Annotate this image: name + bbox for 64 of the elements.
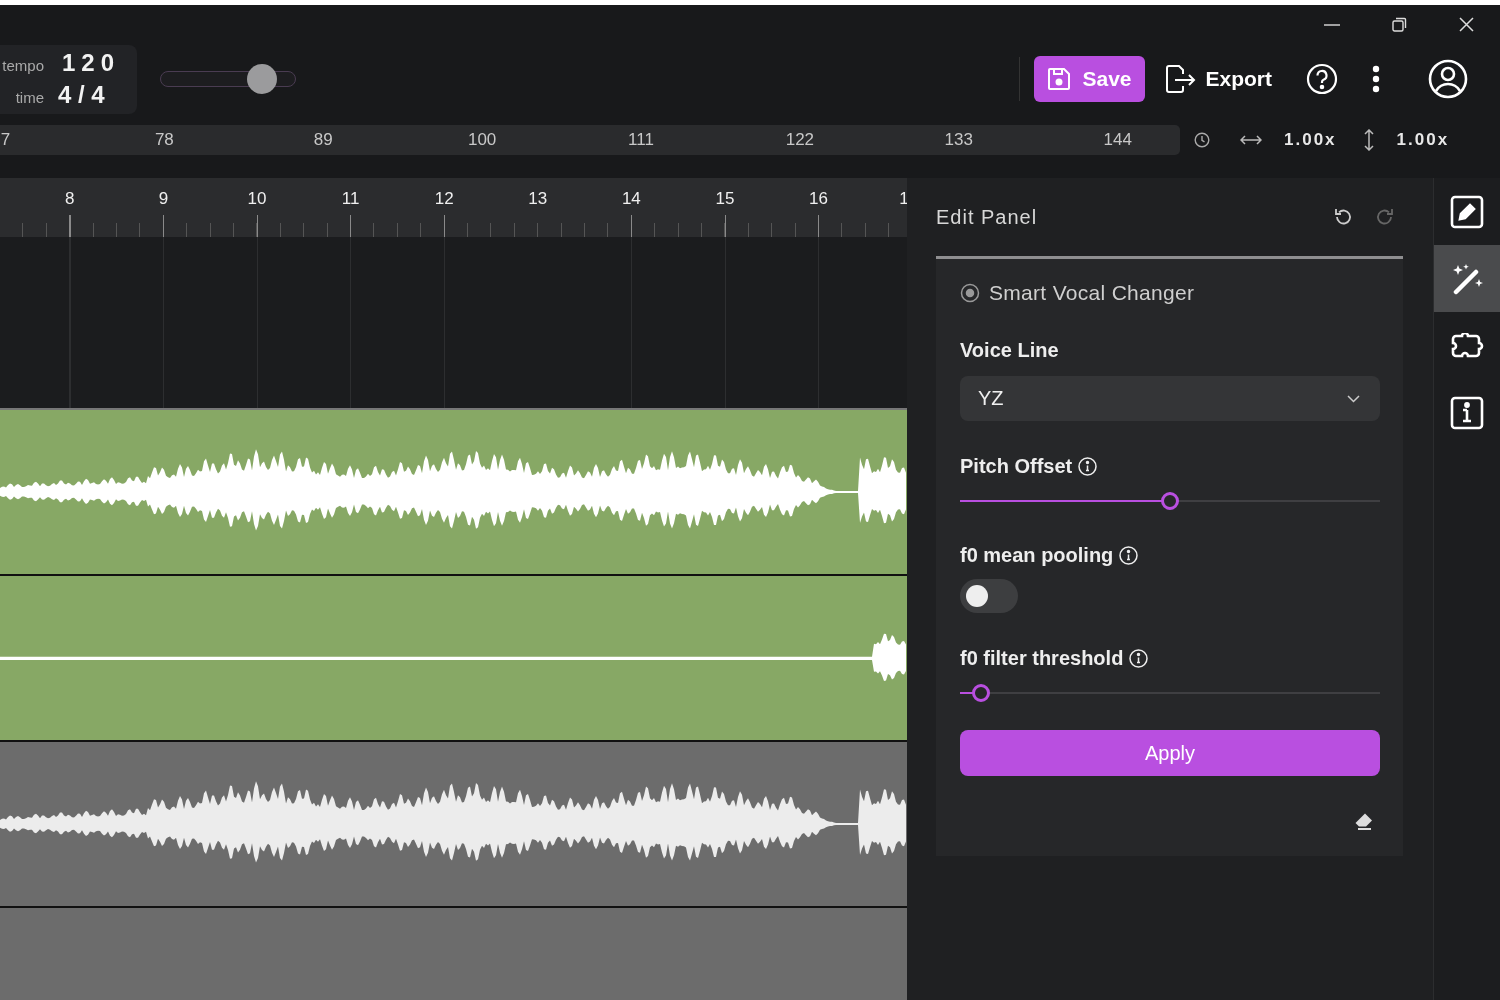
field-label: f0 mean pooling bbox=[960, 544, 1114, 567]
ruler-number: 111 bbox=[628, 130, 654, 149]
overview-ruler[interactable]: 7 78 89 100 111 122 133 144 bbox=[0, 125, 1180, 155]
target-icon bbox=[960, 283, 980, 303]
bar-number: 16 bbox=[809, 189, 828, 208]
bar-number: 9 bbox=[158, 189, 169, 208]
edit-icon bbox=[1450, 194, 1484, 229]
toggle-switch[interactable] bbox=[960, 579, 1018, 613]
slider-thumb[interactable] bbox=[1161, 492, 1179, 510]
horizontal-zoom-value: 1.00x bbox=[1284, 130, 1337, 150]
slider-thumb[interactable] bbox=[247, 64, 277, 94]
ruler-number: 133 bbox=[944, 130, 973, 149]
filter-threshold-slider[interactable] bbox=[960, 684, 1380, 702]
save-button[interactable]: Save bbox=[1034, 56, 1146, 102]
panel-title: Edit Panel bbox=[936, 205, 1039, 229]
vertical-arrows-icon[interactable] bbox=[1362, 129, 1375, 151]
chevron-down-icon bbox=[1347, 394, 1360, 403]
voice-line-dropdown[interactable]: YZ bbox=[960, 376, 1380, 421]
info-icon[interactable] bbox=[1119, 546, 1139, 565]
time-signature-value[interactable]: 4 / 4 bbox=[58, 81, 105, 109]
ruler-number: 89 bbox=[313, 130, 333, 149]
zoom-slider[interactable] bbox=[160, 64, 296, 94]
bar-number: 10 bbox=[247, 189, 267, 208]
close-icon[interactable] bbox=[1459, 17, 1474, 32]
bar-number: 12 bbox=[434, 189, 454, 208]
bar-number: 1 bbox=[899, 189, 907, 208]
bar-number: 14 bbox=[621, 189, 641, 208]
info-icon[interactable] bbox=[1129, 649, 1149, 668]
ruler-number: 7 bbox=[0, 130, 11, 149]
bar-number: 15 bbox=[715, 189, 735, 208]
export-button[interactable]: Export bbox=[1165, 65, 1272, 93]
undo-icon[interactable] bbox=[1333, 207, 1353, 227]
file-export-icon bbox=[1165, 65, 1198, 93]
time-label: time bbox=[14, 89, 44, 106]
eraser-icon[interactable] bbox=[1354, 812, 1374, 830]
ruler-number: 144 bbox=[1103, 130, 1132, 149]
bar-number: 13 bbox=[528, 189, 548, 208]
slider-thumb[interactable] bbox=[972, 684, 990, 702]
tempo-label: tempo bbox=[1, 57, 44, 74]
clock-icon[interactable] bbox=[1194, 132, 1210, 148]
pitch-offset-slider[interactable] bbox=[960, 492, 1380, 510]
info-icon bbox=[1450, 395, 1484, 430]
timeline-ruler[interactable]: 8 9 10 11 12 13 14 15 16 1 bbox=[0, 178, 907, 237]
vertical-zoom-value: 1.00x bbox=[1396, 130, 1450, 150]
ruler-number: 78 bbox=[154, 130, 174, 149]
bar-number: 11 bbox=[341, 189, 360, 208]
info-icon[interactable] bbox=[1078, 457, 1098, 476]
help-icon[interactable] bbox=[1306, 63, 1338, 95]
minimize-icon[interactable] bbox=[1324, 23, 1340, 26]
tempo-value[interactable]: 120 bbox=[62, 49, 121, 77]
field-label: Pitch Offset bbox=[960, 455, 1073, 478]
field-label: Voice Line bbox=[960, 339, 1059, 362]
user-account-icon[interactable] bbox=[1428, 59, 1468, 99]
restore-icon[interactable] bbox=[1392, 17, 1407, 32]
apply-button[interactable]: Apply bbox=[960, 730, 1380, 776]
side-tool-tab[interactable] bbox=[1434, 245, 1500, 312]
ruler-number: 100 bbox=[467, 130, 497, 149]
field-label: f0 filter threshold bbox=[960, 647, 1124, 670]
bar-number: 8 bbox=[65, 189, 75, 208]
tool-title: Smart Vocal Changer bbox=[989, 281, 1195, 305]
ruler-number: 122 bbox=[785, 130, 815, 149]
more-icon[interactable] bbox=[1372, 65, 1380, 93]
audio-track[interactable] bbox=[0, 576, 907, 742]
horizontal-arrows-icon[interactable] bbox=[1240, 134, 1262, 146]
